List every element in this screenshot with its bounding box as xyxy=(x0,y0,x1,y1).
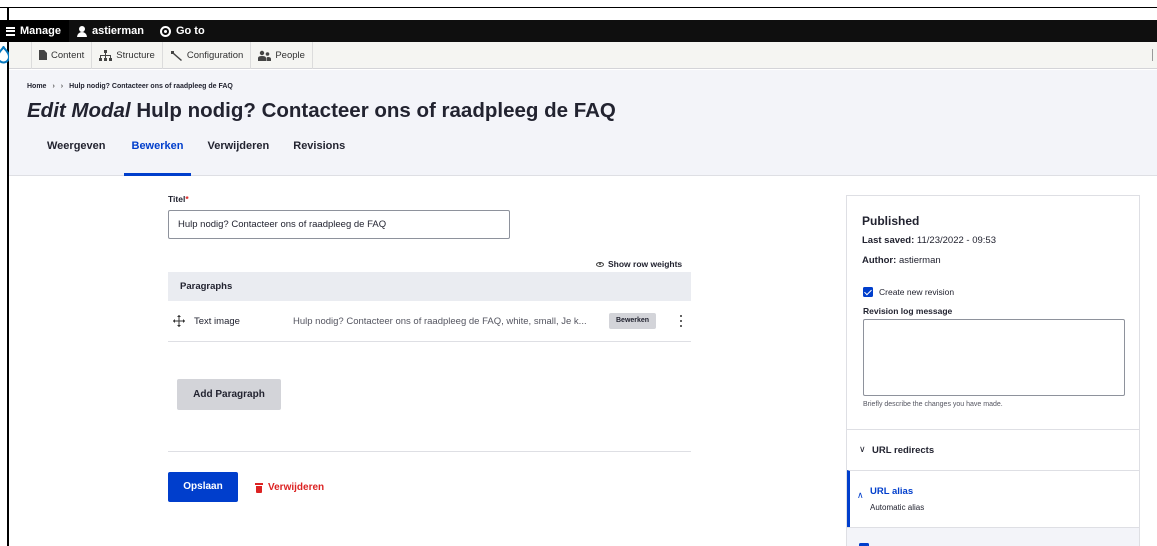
delete-link[interactable]: Verwijderen xyxy=(255,482,324,493)
url-redirects-section[interactable]: ∨ URL redirects xyxy=(847,429,1139,470)
title-input[interactable] xyxy=(168,210,510,239)
publish-status: Published xyxy=(862,214,920,228)
tray-orientation-toggle[interactable] xyxy=(1152,49,1153,61)
author-value: astierman xyxy=(898,255,941,266)
delete-label: Verwijderen xyxy=(268,482,325,493)
url-redirects-label: URL redirects xyxy=(872,445,935,456)
page-header: Home › › Hulp nodig? Contacteer ons of r… xyxy=(9,70,1157,176)
url-alias-summary: Automatic alias xyxy=(870,503,925,512)
menu-item-label: Structure xyxy=(116,49,155,61)
required-marker: * xyxy=(185,194,189,204)
structure-icon xyxy=(99,49,113,61)
manage-toolbar-button[interactable]: Manage xyxy=(0,20,69,42)
wrench-icon xyxy=(170,50,182,61)
tab-verwijderen[interactable]: Verwijderen xyxy=(195,139,281,176)
breadcrumb-separator: › xyxy=(52,83,55,90)
save-button[interactable]: Opslaan xyxy=(168,472,238,502)
content-icon xyxy=(39,50,47,60)
primary-tabs: Weergeven Bewerken Verwijderen Revisions xyxy=(35,139,357,176)
form-divider xyxy=(168,451,691,452)
show-row-weights-button[interactable]: Show row weights xyxy=(596,259,682,269)
hamburger-icon xyxy=(6,26,15,36)
breadcrumb-current[interactable]: Hulp nodig? Contacteer ons of raadpleeg … xyxy=(69,83,233,90)
drag-handle-icon[interactable] xyxy=(173,315,185,327)
menu-item-content[interactable]: Content xyxy=(31,41,93,69)
meta-sidebar: Published Last saved: 11/23/2022 - 09:53… xyxy=(846,195,1140,546)
admin-menu-tray: Content Structure Configuration People xyxy=(9,41,1157,69)
add-paragraph-button[interactable]: Add Paragraph xyxy=(177,379,281,410)
chevron-up-icon: ∧ xyxy=(857,490,864,500)
goto-icon xyxy=(159,25,171,37)
user-label: astierman xyxy=(91,25,144,37)
more-actions-icon[interactable] xyxy=(680,315,683,327)
page-title-text: Hulp nodig? Contacteer ons of raadpleeg … xyxy=(136,99,616,122)
title-label-text: Titel xyxy=(168,194,186,204)
menu-item-label: People xyxy=(275,49,305,61)
chevron-down-icon: ∨ xyxy=(859,444,866,454)
url-alias-section[interactable]: ∧ URL alias Automatic alias xyxy=(847,470,1139,527)
paragraph-summary: Hulp nodig? Contacteer ons of raadpleeg … xyxy=(293,316,587,327)
url-alias-label: URL alias xyxy=(870,486,914,497)
eye-icon xyxy=(596,261,604,267)
tab-bewerken[interactable]: Bewerken xyxy=(120,139,196,176)
page-title-prefix: Edit Modal xyxy=(27,99,131,122)
revision-log-help: Briefly describe the changes you have ma… xyxy=(863,401,1003,408)
paragraph-edit-button[interactable]: Bewerken xyxy=(609,313,657,329)
tab-revisions[interactable]: Revisions xyxy=(281,139,357,176)
tab-weergeven[interactable]: Weergeven xyxy=(35,139,118,176)
author: Author: astierman xyxy=(862,255,996,266)
breadcrumb-separator: › xyxy=(60,83,64,90)
admin-toolbar: Manage astierman Go to xyxy=(0,20,1157,42)
page-title: Edit Modal Hulp nodig? Contacteer ons of… xyxy=(27,99,616,123)
menu-item-people[interactable]: People xyxy=(251,41,313,69)
user-icon xyxy=(76,25,87,37)
url-alias-body xyxy=(847,527,1139,546)
entity-meta: Published Last saved: 11/23/2022 - 09:53… xyxy=(862,214,996,275)
last-saved-value: 11/23/2022 - 09:53 xyxy=(916,235,996,246)
window-frame-top xyxy=(0,0,1157,8)
title-field-label: Titel* xyxy=(168,194,189,204)
goto-label: Go to xyxy=(175,25,205,37)
manage-label: Manage xyxy=(20,25,61,37)
create-revision-label: Create new revision xyxy=(879,287,955,297)
last-saved-label: Last saved: xyxy=(862,235,915,246)
menu-item-configuration[interactable]: Configuration xyxy=(163,41,252,69)
menu-item-structure[interactable]: Structure xyxy=(92,41,163,69)
author-label: Author: xyxy=(862,255,897,266)
people-icon xyxy=(258,50,272,61)
revision-log-label: Revision log message xyxy=(863,306,953,316)
last-saved: Last saved: 11/23/2022 - 09:53 xyxy=(862,235,996,246)
create-revision-checkbox[interactable]: Create new revision xyxy=(863,287,954,297)
breadcrumb: Home › › Hulp nodig? Contacteer ons of r… xyxy=(27,83,233,90)
breadcrumb-home-link[interactable]: Home xyxy=(27,83,46,90)
paragraphs-table-header: Paragraphs xyxy=(168,272,691,301)
user-toolbar-button[interactable]: astierman xyxy=(69,20,152,42)
revision-log-textarea[interactable] xyxy=(863,319,1125,396)
paragraph-type: Text image xyxy=(194,316,240,327)
trash-icon xyxy=(255,482,263,493)
show-row-weights-label: Show row weights xyxy=(608,259,683,269)
checkbox-checked-icon[interactable] xyxy=(863,287,873,297)
menu-item-label: Content xyxy=(51,49,85,61)
menu-item-label: Configuration xyxy=(186,49,244,61)
goto-toolbar-button[interactable]: Go to xyxy=(152,20,213,42)
paragraph-row: Text image Hulp nodig? Contacteer ons of… xyxy=(168,301,691,342)
